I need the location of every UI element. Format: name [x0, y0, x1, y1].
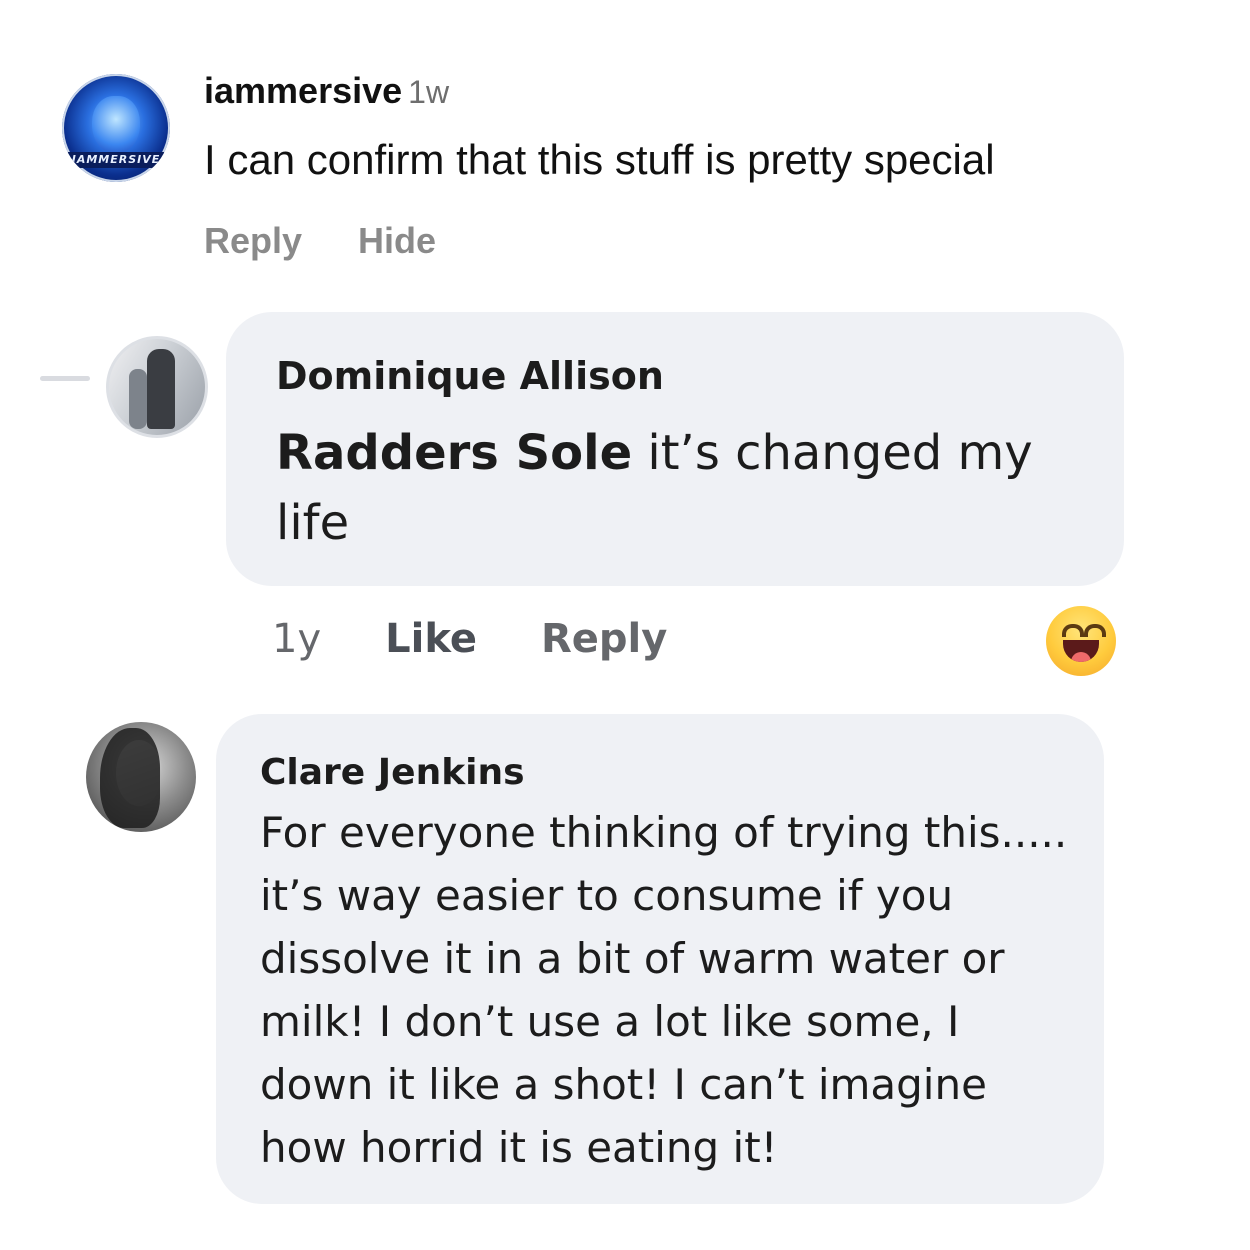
avatar-dominique-allison[interactable]: [106, 336, 208, 438]
avatar-iammersive[interactable]: IAMMERSIVE: [62, 74, 170, 182]
haha-reaction-icon[interactable]: [1046, 606, 1116, 676]
username-link[interactable]: iammersive: [204, 70, 402, 111]
comment-text-line: it’s way easier to consume if you: [260, 871, 954, 920]
avatar-brand-text: IAMMERSIVE: [68, 152, 164, 168]
comment-text-line: how horrid it is eating it!: [260, 1123, 778, 1172]
reply-button[interactable]: Reply: [541, 616, 667, 662]
avatar-figure-graphic: [129, 369, 147, 429]
comment-author-name[interactable]: Clare Jenkins: [260, 752, 525, 793]
comment-actions: Reply Hide: [204, 220, 492, 262]
comment-age: 1y: [272, 616, 322, 662]
reply-button[interactable]: Reply: [204, 220, 302, 261]
comment-text: Radders Sole it’s changed my life: [276, 418, 1066, 558]
comment-text-line: dissolve it in a bit of warm water or: [260, 934, 1005, 983]
emoji-eye: [1062, 624, 1084, 637]
avatar-clare-jenkins[interactable]: [86, 722, 196, 832]
comment-text: I can confirm that this stuff is pretty …: [204, 136, 995, 183]
emoji-mouth: [1063, 640, 1099, 662]
comment-text-line: down it like a shot! I can’t imagine: [260, 1060, 987, 1109]
avatar-figure-graphic: [147, 349, 175, 429]
comment-author-name[interactable]: Dominique Allison: [276, 354, 664, 398]
thread-connector-line: [40, 376, 90, 381]
comment-time: 1w: [408, 74, 450, 110]
comment-header: iammersive 1w: [204, 70, 449, 112]
comment-text-line: milk! I don’t use a lot like some, I: [260, 997, 960, 1046]
like-button[interactable]: Like: [385, 616, 477, 662]
emoji-eye: [1084, 624, 1106, 637]
comment-text-part: it’s changed my: [632, 425, 1033, 481]
comment-meta: 1y Like Reply: [272, 616, 731, 662]
avatar-hair-graphic: [100, 728, 160, 828]
comment-text-line: For everyone thinking of trying this....…: [260, 808, 1068, 857]
mention-link[interactable]: Radders Sole: [276, 425, 632, 481]
avatar-face-graphic: [92, 96, 140, 154]
comment-text-part: life: [276, 495, 350, 551]
hide-button[interactable]: Hide: [358, 220, 436, 261]
